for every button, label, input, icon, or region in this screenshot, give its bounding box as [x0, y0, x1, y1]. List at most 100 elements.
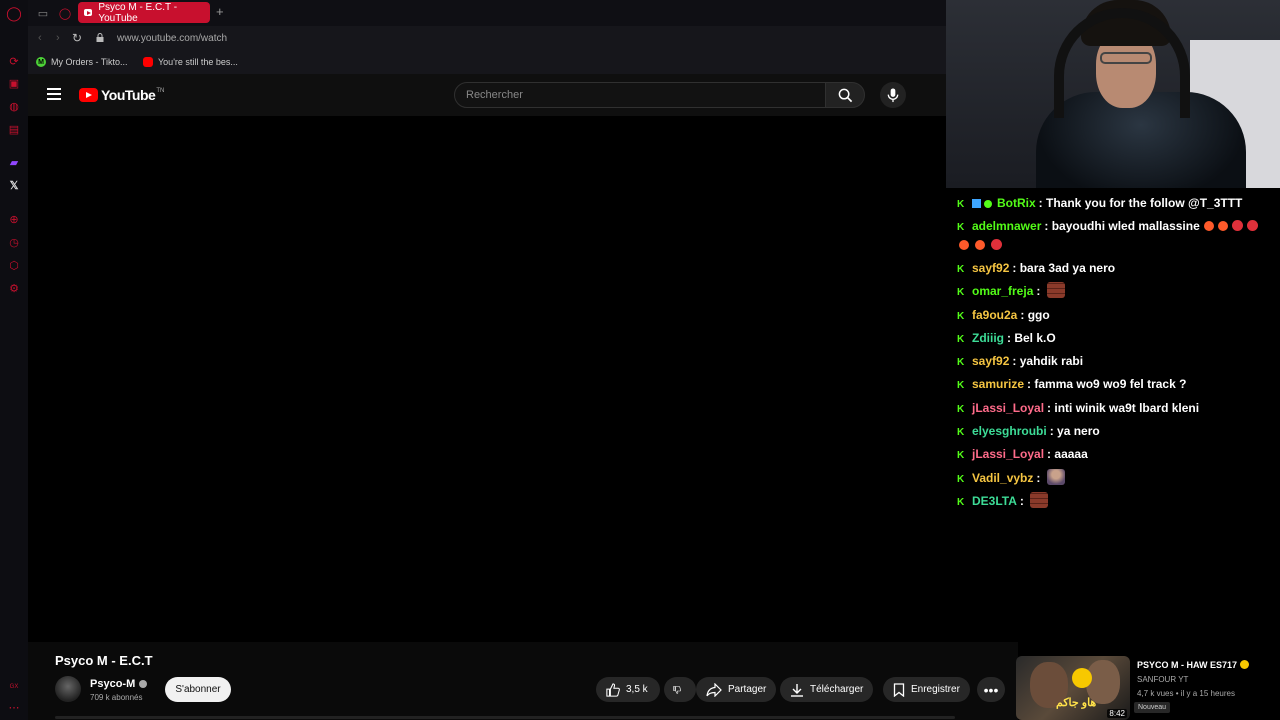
chat-text: bara 3ad ya nero: [1019, 261, 1116, 275]
dislike-button[interactable]: [664, 677, 696, 702]
headset: [1054, 8, 1190, 118]
history-icon[interactable]: ◷: [7, 235, 21, 249]
screen: ◯ ⟳ ▣ ◍ ▤ ▰ 𝕏 ⊕ ◷ ⬡ ⚙ GX ⋯ ▭ ◯ Psyco M -…: [0, 0, 1280, 720]
video-thumbnail[interactable]: هاو جاكم 8:42: [1016, 656, 1130, 720]
bricks-emote-icon: [1046, 282, 1065, 298]
save-label: Enregistrer: [911, 684, 960, 695]
download-label: Télécharger: [810, 684, 864, 695]
kick-badge-icon: K: [957, 380, 965, 391]
chat-username[interactable]: jLassi_Loyal: [972, 401, 1044, 415]
tab-title: Psyco M - E.C.T - YouTube: [98, 1, 178, 24]
webcam-overlay: [946, 0, 1280, 188]
extensions-icon[interactable]: ⬡: [7, 258, 21, 272]
bookmark-label: You're still the bes...: [158, 57, 238, 67]
channel-avatar[interactable]: [55, 676, 81, 702]
chat-text: yahdik rabi: [1019, 354, 1084, 368]
chat-username[interactable]: DE3LTA: [972, 494, 1017, 508]
kick-badge-icon: K: [957, 334, 965, 345]
bookmark-youtube[interactable]: You're still the bes...: [143, 57, 238, 67]
settings-icon[interactable]: ⚙: [7, 281, 21, 295]
x-icon[interactable]: 𝕏: [7, 178, 21, 192]
lock-icon: [96, 33, 104, 42]
boom-emote-icon: [1203, 221, 1214, 231]
chat-username[interactable]: omar_freja: [972, 284, 1033, 298]
voice-search-button[interactable]: [880, 82, 906, 108]
youtube-play-icon: [79, 88, 98, 102]
chat-separator: :: [1012, 261, 1020, 275]
chat-username[interactable]: sayf92: [972, 354, 1009, 368]
recommended-video[interactable]: هاو جاكم 8:42 PSYCO M - HAW ES717 SANFOU…: [1016, 656, 1280, 720]
bot-badge-icon: [972, 199, 981, 208]
new-tab-icon[interactable]: +: [216, 4, 224, 19]
shocked-emoji-icon: [1072, 668, 1092, 688]
messenger-icon[interactable]: ◍: [7, 99, 21, 113]
youtube-header: YouTube TN Rechercher: [28, 74, 946, 116]
twitch-icon[interactable]: ▰: [7, 155, 21, 169]
logo-country: TN: [156, 88, 165, 94]
chat-username[interactable]: jLassi_Loyal: [972, 447, 1044, 461]
search-input[interactable]: Rechercher: [454, 82, 826, 108]
workspaces-icon[interactable]: ▭: [36, 6, 50, 20]
chat-message: K Vadil_vybz:: [957, 469, 1065, 487]
chat-username[interactable]: Vadil_vybz: [972, 471, 1033, 485]
chat-username[interactable]: sayf92: [972, 261, 1009, 275]
video-player[interactable]: [28, 116, 946, 642]
chat-message: Kadelmnawer: bayoudhi wled mallassine: [957, 217, 1258, 254]
youtube-icon: [84, 9, 93, 16]
tab-youtube[interactable]: Psyco M - E.C.T - YouTube: [78, 1, 210, 24]
chat-username[interactable]: adelmnawer: [972, 219, 1041, 233]
boom-emote-icon: [1217, 221, 1228, 231]
girl-emote-icon: [1046, 469, 1065, 485]
music-icon[interactable]: ▤: [7, 122, 21, 136]
more-actions-button[interactable]: •••: [977, 677, 1005, 702]
thumbs-down-icon: [673, 685, 681, 694]
mad-emote-icon: [991, 239, 1002, 250]
download-button[interactable]: Télécharger: [780, 677, 874, 702]
refresh-icon[interactable]: ⟳: [7, 54, 21, 68]
subscribe-button[interactable]: S'abonner: [165, 677, 231, 702]
mad-emote-icon: [1246, 220, 1258, 231]
save-button[interactable]: Enregistrer: [883, 677, 970, 702]
chat-separator: :: [1038, 196, 1047, 210]
menu-icon[interactable]: [47, 88, 61, 100]
chat-username[interactable]: BotRix: [997, 196, 1036, 210]
chat-username[interactable]: samurize: [972, 377, 1024, 391]
gx-icon[interactable]: GX: [7, 680, 21, 694]
search-button[interactable]: [825, 82, 865, 108]
add-icon[interactable]: ⊕: [7, 212, 21, 226]
chat-separator: :: [1012, 354, 1020, 368]
youtube-icon: [143, 57, 153, 67]
more-icon[interactable]: ⋯: [7, 700, 21, 714]
chat-overlay: K BotRix: Thank you for the follow @T_3TT…: [946, 188, 1280, 528]
like-button[interactable]: 3,5 k: [596, 677, 660, 702]
chat-separator: :: [1019, 494, 1028, 508]
thumbnail-text: هاو جاكم: [1056, 697, 1097, 709]
chat-separator: :: [1020, 308, 1028, 322]
youtube-logo[interactable]: YouTube TN: [79, 87, 164, 103]
channel-name[interactable]: Psyco-M: [90, 678, 148, 690]
reload-icon[interactable]: ↻: [72, 31, 82, 45]
chat-username[interactable]: fa9ou2a: [972, 308, 1017, 322]
chat-message: Ksayf92: bara 3ad ya nero: [957, 259, 1115, 277]
thumbs-up-icon: [606, 682, 620, 697]
tab-overview-icon[interactable]: ◯: [58, 6, 72, 20]
bookmark-tiktok-orders[interactable]: M My Orders - Tikto...: [36, 57, 128, 67]
back-icon[interactable]: ‹: [38, 32, 42, 44]
recommended-channel[interactable]: SANFOUR YT: [1137, 675, 1188, 684]
chat-text: aaaaa: [1054, 447, 1088, 461]
share-button[interactable]: Partager: [696, 677, 777, 702]
smile-emoji-icon: [1240, 660, 1250, 669]
shop-icon[interactable]: ▣: [7, 76, 21, 90]
forward-icon[interactable]: ›: [56, 32, 60, 44]
logo-text: YouTube: [101, 87, 156, 103]
subscriber-count: 709 k abonnés: [90, 693, 143, 702]
chat-username[interactable]: elyesghroubi: [972, 424, 1047, 438]
kick-badge-icon: K: [957, 427, 965, 438]
chat-text: Bel k.O: [1014, 331, 1056, 345]
tab-bar: ▭ ◯ Psyco M - E.C.T - YouTube +: [28, 0, 946, 26]
chat-username[interactable]: Zdiiig: [972, 331, 1004, 345]
url-field[interactable]: www.youtube.com/watch: [117, 33, 227, 44]
kick-badge-icon: K: [957, 199, 965, 210]
recommended-title[interactable]: PSYCO M - HAW ES717: [1137, 660, 1250, 670]
opera-icon[interactable]: ◯: [6, 5, 22, 21]
